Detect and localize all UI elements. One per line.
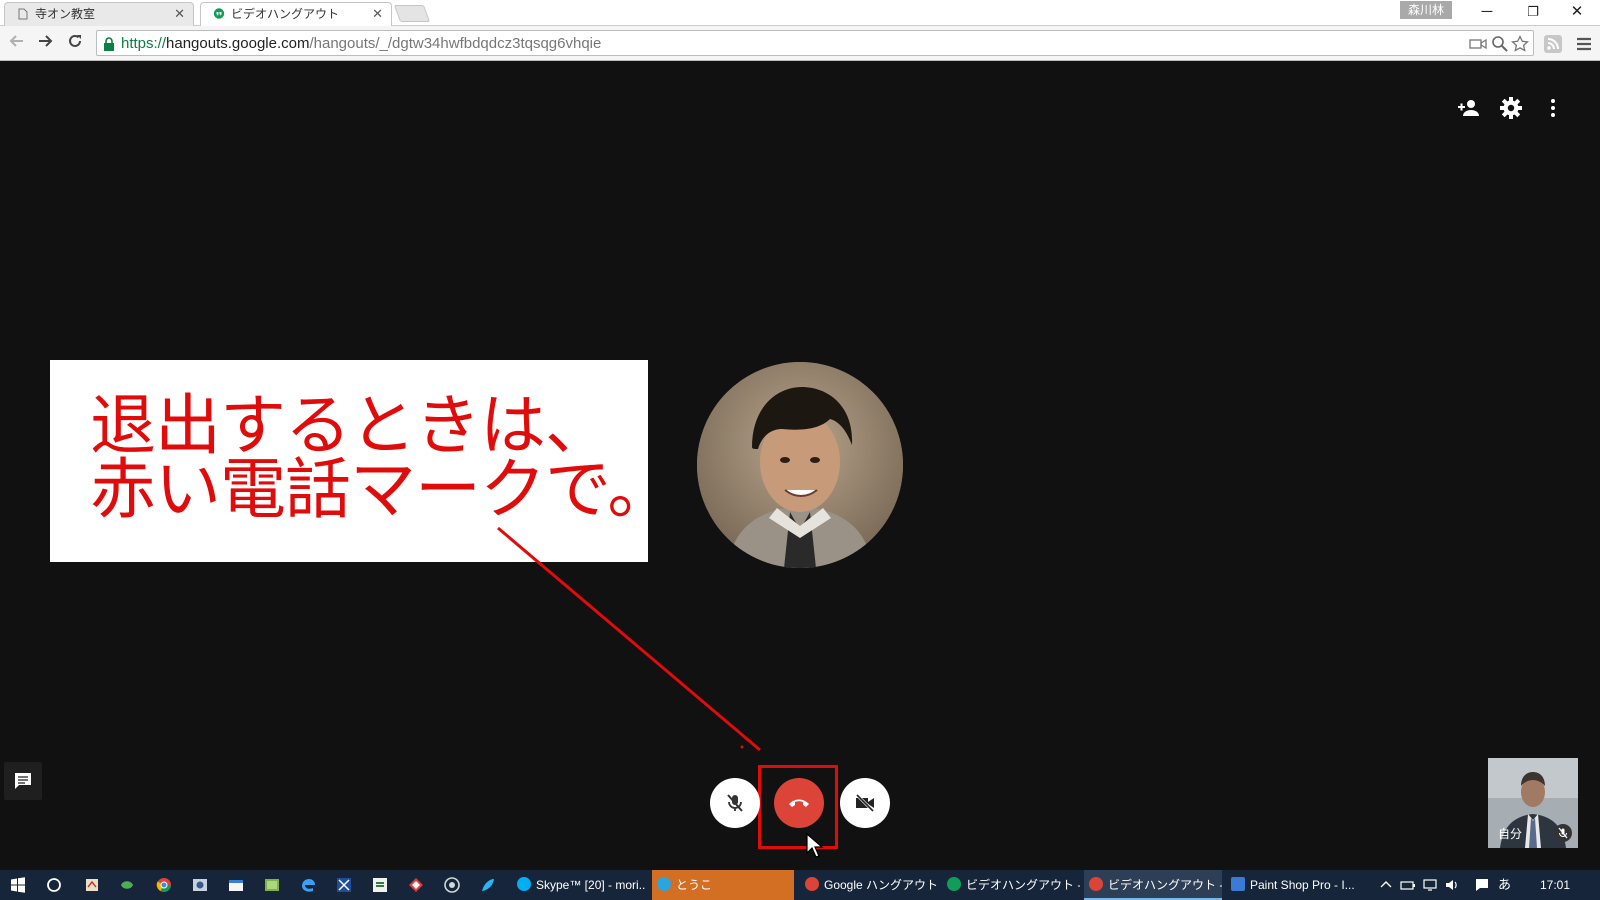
hangouts-icon	[213, 8, 225, 19]
add-person-icon[interactable]	[1456, 95, 1482, 121]
screen: 寺オン教室 ✕ ビデオハングアウト ✕ 森川林 ─ ❐ ✕ https://ha…	[0, 0, 1600, 900]
address-bar[interactable]: https://hangouts.google.com/hangouts/_/d…	[96, 30, 1534, 56]
ime-indicator[interactable]: あ	[1498, 870, 1511, 900]
reload-button[interactable]	[64, 32, 86, 54]
rss-extension-icon[interactable]	[1542, 33, 1564, 55]
tab-terao-classroom[interactable]: 寺オン教室 ✕	[4, 2, 194, 26]
pinned-app-icon[interactable]	[336, 877, 352, 893]
arrow-left-icon	[9, 35, 23, 47]
instruction-callout: 退出するときは、 赤い電話マークで。	[50, 360, 673, 562]
pinned-app-icon[interactable]	[264, 877, 280, 893]
callout-line-1: 退出するときは、	[90, 387, 611, 464]
task-label: ビデオハングアウト - G...	[966, 878, 1080, 892]
restore-button[interactable]: ❐	[1510, 0, 1556, 26]
action-center-icon[interactable]	[1474, 877, 1490, 893]
chrome-icon[interactable]	[156, 877, 172, 893]
url-scheme: https://	[121, 35, 167, 52]
tab-close-icon[interactable]: ✕	[372, 3, 383, 25]
profile-chip[interactable]: 森川林	[1400, 1, 1452, 19]
self-view-thumbnail[interactable]: 自分	[1488, 758, 1578, 848]
clock[interactable]: 17:01	[1540, 870, 1570, 900]
mic-off-icon	[727, 794, 743, 812]
lock-icon	[104, 37, 114, 51]
tab-title: ビデオハングアウト	[231, 7, 340, 21]
task-label: Paint Shop Pro - I...	[1250, 878, 1355, 892]
url-host: hangouts.google.com	[166, 35, 310, 52]
reload-icon	[69, 34, 81, 47]
file-explorer-icon[interactable]	[228, 877, 244, 893]
edge-icon[interactable]	[300, 877, 316, 893]
task-label: とうこ	[676, 878, 713, 892]
taskbar-item-video-hangout-2[interactable]: ビデオハングアウト - G...	[1084, 870, 1222, 900]
minimize-button[interactable]: ─	[1464, 0, 1510, 26]
chrome-icon	[1089, 877, 1103, 891]
battery-icon[interactable]	[1400, 877, 1416, 893]
cortana-search-icon[interactable]	[46, 877, 62, 893]
skype-icon	[517, 877, 531, 891]
taskbar-item-skype[interactable]: Skype™ [20] - mori...	[512, 870, 646, 900]
arrow-right-icon	[39, 35, 53, 47]
callout-line-2: 赤い電話マークで。	[90, 451, 673, 528]
task-label: Skype™ [20] - mori...	[536, 878, 646, 892]
menu-hamburger-icon[interactable]	[1573, 33, 1595, 55]
hangouts-icon	[947, 877, 961, 891]
camera-in-use-icon[interactable]	[1469, 35, 1487, 53]
volume-icon[interactable]	[1444, 877, 1460, 893]
url-path: /hangouts/_/dgtw34hwfbdqdcz3tqsqg6vhqie	[309, 35, 602, 52]
self-view-label: 自分	[1498, 827, 1523, 841]
url-text: https://hangouts.google.com/hangouts/_/d…	[121, 35, 601, 52]
more-vert-icon[interactable]	[1540, 95, 1566, 121]
settings-gear-icon[interactable]	[1498, 95, 1524, 121]
bookmark-star-icon[interactable]	[1511, 35, 1529, 53]
taskbar-item-touko[interactable]: とうこ	[652, 870, 794, 900]
pinned-app-icon[interactable]	[192, 877, 208, 893]
chrome-icon	[805, 877, 819, 891]
taskbar-item-video-hangout-1[interactable]: ビデオハングアウト - G...	[942, 870, 1080, 900]
chevron-up-icon[interactable]	[1378, 877, 1394, 893]
taskbar-item-paint-shop-pro[interactable]: Paint Shop Pro - I...	[1226, 870, 1364, 900]
zoom-icon[interactable]	[1491, 35, 1509, 53]
pinned-app-icon[interactable]	[408, 877, 424, 893]
tab-video-hangout[interactable]: ビデオハングアウト ✕	[200, 2, 392, 26]
tab-close-icon[interactable]: ✕	[174, 3, 185, 25]
network-icon[interactable]	[1422, 877, 1438, 893]
taskbar-item-google-hangouts[interactable]: Google ハングアウト...	[800, 870, 938, 900]
hangouts-icon	[657, 877, 671, 891]
mute-microphone-button[interactable]	[710, 778, 760, 828]
pinned-app-icon[interactable]	[372, 877, 388, 893]
phone-hangup-icon	[789, 799, 809, 807]
task-label: Google ハングアウト...	[824, 878, 938, 892]
mouse-cursor-icon	[806, 833, 824, 858]
document-icon	[18, 8, 28, 20]
forward-button[interactable]	[34, 32, 56, 54]
participant-avatar	[697, 362, 903, 568]
pinned-app-icon[interactable]	[119, 877, 135, 893]
pinned-app-icon[interactable]	[444, 877, 460, 893]
tab-title: 寺オン教室	[35, 7, 96, 21]
new-tab-button[interactable]	[393, 5, 431, 22]
browser-tab-strip: 寺オン教室 ✕ ビデオハングアウト ✕ 森川林 ─ ❐ ✕	[0, 0, 1600, 26]
windows-taskbar: Skype™ [20] - mori... とうこ Google ハングアウト.…	[0, 870, 1600, 900]
hangup-button[interactable]	[774, 778, 824, 828]
chat-bubble-icon	[15, 773, 31, 789]
back-button[interactable]	[6, 32, 28, 54]
self-muted-icon	[1554, 824, 1572, 842]
browser-toolbar: https://hangouts.google.com/hangouts/_/d…	[0, 26, 1600, 61]
pinned-app-icon[interactable]	[480, 877, 496, 893]
participant-photo	[697, 362, 903, 568]
close-window-button[interactable]: ✕	[1554, 0, 1600, 26]
hangouts-call-area: 退出するときは、 赤い電話マークで。 自分	[0, 62, 1600, 870]
toggle-video-button[interactable]	[840, 778, 890, 828]
windows-start-icon[interactable]	[10, 877, 26, 893]
chat-button[interactable]	[4, 762, 42, 800]
task-label: ビデオハングアウト - G...	[1108, 878, 1222, 892]
video-off-icon	[855, 793, 875, 813]
paint-shop-pro-icon	[1231, 877, 1245, 891]
pinned-app-icon[interactable]	[84, 877, 100, 893]
